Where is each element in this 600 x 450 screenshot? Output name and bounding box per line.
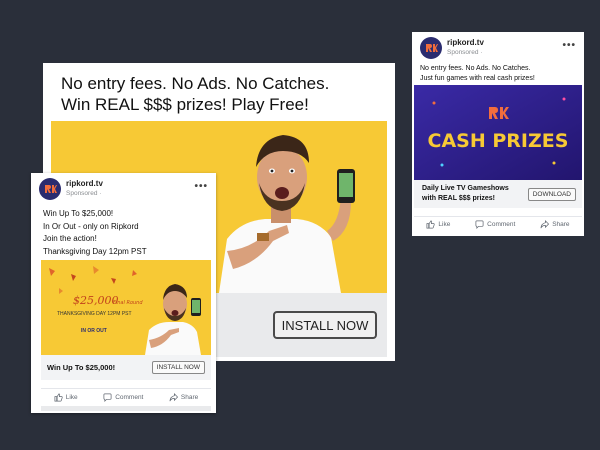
comment-icon: [475, 220, 484, 229]
post-actions: Like Comment Share: [41, 388, 211, 406]
like-label: Like: [438, 221, 451, 228]
more-options-icon[interactable]: •••: [562, 40, 576, 51]
share-button[interactable]: Share: [540, 220, 570, 229]
comment-button[interactable]: Comment: [475, 220, 515, 229]
footer-headline: Daily Live TV Gameshows with REAL $$$ pr…: [422, 185, 509, 202]
sponsored-label: Sponsored ·: [447, 49, 483, 56]
share-label: Share: [552, 221, 570, 228]
footer-headline: Win Up To $25,000!: [47, 363, 116, 372]
more-options-icon[interactable]: •••: [194, 181, 208, 192]
page-name[interactable]: ripkord.tv: [447, 38, 484, 48]
thumbs-up-icon: [426, 220, 436, 229]
share-icon: [169, 393, 178, 402]
facebook-post-card-left: ripkord.tv Sponsored · ••• Win Up To $25…: [31, 173, 216, 413]
thumbs-up-icon: [54, 393, 63, 402]
prize-amount: $25,000: [73, 294, 119, 307]
post-text: Win Up To $25,000! In Or Out - only on R…: [31, 200, 216, 258]
like-label: Like: [65, 394, 78, 401]
post-actions: Like Comment Share: [414, 216, 582, 232]
post-footer: Daily Live TV Gameshows with REAL $$$ pr…: [414, 180, 582, 208]
post-creative-image[interactable]: $25,000 Final Round THANKSGIVING DAY 12P…: [41, 260, 211, 355]
download-button[interactable]: DOWNLOAD: [527, 187, 576, 201]
post-creative-image[interactable]: CASH PRIZES: [414, 85, 582, 180]
post-line: Win Up To $25,000!: [43, 209, 114, 218]
comment-label: Comment: [115, 394, 144, 401]
like-button[interactable]: Like: [54, 393, 78, 402]
post-header: ripkord.tv Sponsored · •••: [412, 32, 584, 59]
cash-prizes-text: CASH PRIZES: [428, 130, 569, 152]
post-line: Join the action!: [43, 234, 97, 243]
install-now-button[interactable]: INSTALL NOW: [273, 311, 377, 339]
divider: [41, 406, 211, 411]
ripkord-logo-icon[interactable]: [39, 178, 61, 200]
comment-button[interactable]: Comment: [103, 393, 143, 402]
post-line: Thanksgiving Day 12pm PST: [43, 246, 147, 256]
post-line: Just fun games with real cash prizes!: [420, 75, 535, 82]
headline-line-1: No entry fees. No Ads. No Catches.: [61, 74, 330, 93]
share-icon: [540, 220, 550, 229]
page-name[interactable]: ripkord.tv: [66, 179, 103, 189]
post-line: In Or Out - only on Ripkord: [43, 221, 139, 231]
post-footer: Win Up To $25,000! INSTALL NOW: [41, 355, 211, 380]
share-button[interactable]: Share: [169, 393, 198, 402]
post-header: ripkord.tv Sponsored · •••: [31, 173, 216, 200]
date-line: THANKSGIVING DAY 12PM PST: [57, 311, 132, 317]
in-or-out-brand: IN OR OUT: [81, 328, 107, 334]
post-text: No entry fees. No Ads. No Catches. Just …: [412, 59, 584, 84]
ad-headline: No entry fees. No Ads. No Catches. Win R…: [43, 63, 395, 115]
install-now-button[interactable]: INSTALL NOW: [151, 361, 205, 374]
facebook-post-card-right: ripkord.tv Sponsored · ••• No entry fees…: [412, 32, 584, 236]
ripkord-logo-icon[interactable]: [420, 37, 442, 59]
comment-label: Comment: [487, 221, 516, 228]
thanksgiving-creative: $25,000 Final Round THANKSGIVING DAY 12P…: [41, 260, 211, 355]
headline-line-2: Win REAL $$$ prizes! Play Free!: [61, 95, 309, 114]
prize-tag: Final Round: [113, 300, 143, 306]
cash-prizes-creative: CASH PRIZES: [414, 85, 582, 180]
share-label: Share: [180, 394, 199, 401]
comment-icon: [103, 393, 112, 402]
post-line: No entry fees. No Ads. No Catches.: [420, 65, 531, 72]
sponsored-label: Sponsored ·: [66, 190, 102, 197]
like-button[interactable]: Like: [426, 220, 450, 229]
